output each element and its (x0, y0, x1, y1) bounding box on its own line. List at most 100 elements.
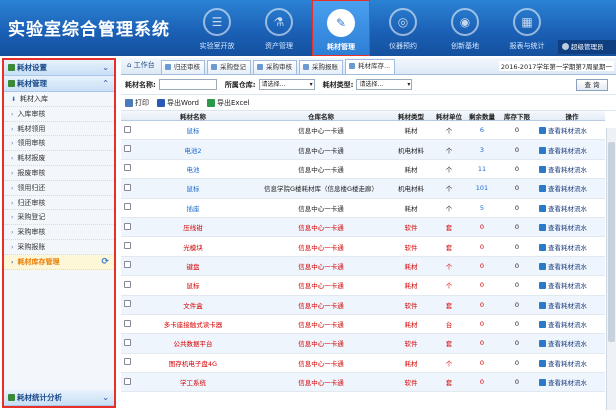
row-checkbox[interactable] (123, 125, 131, 133)
row-checkbox[interactable] (123, 280, 131, 288)
nav-item-0[interactable]: ☰ 实验室开放 (186, 0, 248, 56)
sidebar-item-8[interactable]: › 采购登记 (4, 210, 114, 226)
sidebar-item-1[interactable]: › 入库审核 (4, 107, 114, 122)
table-row[interactable]: 电池 信息中心一卡通 耗材 个 11 0 查看耗材流水 (121, 160, 605, 180)
table-row[interactable]: 鼠标 信息中心一卡通 耗材 个 0 0 查看耗材流水 (121, 276, 605, 296)
table-row[interactable]: 鼠标 信息学院G楼耗材库（信息楼G楼走廊） 机电材料 个 101 0 查看耗材流水 (121, 179, 605, 199)
row-checkbox[interactable] (123, 338, 131, 346)
sidebar-section-settings[interactable]: 耗材设置 ⌄ (4, 60, 114, 76)
sidebar-item-9[interactable]: › 采购审核 (4, 225, 114, 240)
vertical-scrollbar[interactable] (606, 128, 616, 410)
view-flow-button[interactable]: 查看耗材流水 (535, 242, 605, 252)
nav-item-5[interactable]: ▦ 报表与统计 (496, 0, 558, 56)
nav-item-3[interactable]: ◎ 仪器预约 (372, 0, 434, 56)
sidebar-item-6[interactable]: › 领用归还 (4, 181, 114, 196)
table-row[interactable]: 公共数据平台 信息中心一卡通 软件 套 0 0 查看耗材流水 (121, 334, 605, 354)
row-checkbox[interactable] (123, 300, 131, 308)
export-word-button[interactable]: 导出Word (157, 98, 199, 108)
store-select[interactable]: 请选择... (258, 79, 315, 90)
cell-unit: 个 (445, 282, 453, 291)
table-row[interactable]: 压线钳 信息中心一卡通 软件 套 0 0 查看耗材流水 (121, 217, 605, 238)
user-bar[interactable]: 超级管理员 (558, 40, 616, 54)
name-input[interactable] (158, 79, 217, 90)
row-checkbox[interactable] (123, 183, 131, 191)
table-row[interactable]: 学工系统 信息中心一卡通 软件 套 0 0 查看耗材流水 (121, 373, 605, 393)
tab-3[interactable]: 采购报账 (299, 60, 343, 74)
table-row[interactable]: 鼠标 信息中心一卡通 耗材 个 6 0 查看耗材流水 (121, 121, 605, 141)
row-checkbox[interactable] (123, 358, 131, 366)
sidebar-item-2[interactable]: › 耗材领用 (4, 122, 114, 137)
cell-name[interactable]: 电池2 (133, 145, 253, 155)
view-flow-button[interactable]: 查看耗材流水 (535, 280, 605, 290)
list-icon (539, 321, 546, 329)
sidebar-item-11[interactable]: › 耗材库存管理 ⟳ (4, 254, 114, 270)
sidebar-section-management[interactable]: 耗材管理 ⌃ (4, 76, 114, 92)
view-flow-button[interactable]: 查看耗材流水 (535, 164, 605, 174)
list-icon (539, 301, 546, 309)
home-icon: ⌂ (127, 61, 134, 69)
view-flow-button[interactable]: 查看耗材流水 (535, 203, 605, 213)
sidebar-item-0[interactable]: ⬇ 耗材入库 (4, 92, 114, 107)
row-checkbox[interactable] (123, 145, 131, 153)
name-label: 耗材名称: (125, 80, 156, 89)
view-flow-button[interactable]: 查看耗材流水 (535, 377, 605, 387)
view-flow-button[interactable]: 查看耗材流水 (535, 319, 605, 329)
view-flow-button[interactable]: 查看耗材流水 (535, 222, 605, 232)
scrollbar-thumb[interactable] (608, 142, 615, 342)
table-row[interactable]: 图存机电子盘4G 信息中心一卡通 耗材 个 0 0 查看耗材流水 (121, 354, 605, 374)
sidebar-item-3[interactable]: › 领用审核 (4, 136, 114, 152)
sidebar-item-4[interactable]: › 耗材报废 (4, 151, 114, 166)
view-flow-button[interactable]: 查看耗材流水 (535, 261, 605, 271)
sidebar-item-5[interactable]: › 报废审核 (4, 166, 114, 181)
table-row[interactable]: 键盘 信息中心一卡通 耗材 个 0 0 查看耗材流水 (121, 256, 605, 277)
table-row[interactable]: 电池2 信息中心一卡通 机电材料 个 3 0 查看耗材流水 (121, 140, 605, 160)
view-flow-button[interactable]: 查看耗材流水 (535, 145, 605, 155)
row-checkbox[interactable] (123, 203, 131, 211)
row-checkbox[interactable] (123, 261, 131, 269)
cell-name[interactable]: 鼠标 (133, 125, 253, 135)
action-label: 查看耗材流水 (548, 301, 587, 310)
tab-0[interactable]: 归还审核 (161, 60, 205, 74)
view-flow-button[interactable]: 查看耗材流水 (535, 338, 605, 348)
row-checkbox[interactable] (123, 377, 131, 385)
query-button[interactable]: 查 询 (576, 79, 608, 91)
nav-item-1[interactable]: ⚗ 资产管理 (248, 0, 310, 56)
tab-1[interactable]: 采购登记 (207, 60, 251, 74)
action-label: 查看耗材流水 (548, 185, 587, 194)
tab-4[interactable]: 耗材库存... (345, 59, 396, 74)
view-flow-button[interactable]: 查看耗材流水 (535, 125, 605, 135)
list-icon (539, 224, 546, 232)
table-row[interactable]: 插座 信息中心一卡通 耗材 个 5 0 查看耗材流水 (121, 199, 605, 218)
cell-name[interactable]: 电池 (133, 164, 253, 174)
sidebar-item-10[interactable]: › 采购报账 (4, 240, 114, 255)
row-checkbox[interactable] (123, 164, 131, 172)
view-flow-button[interactable]: 查看耗材流水 (535, 300, 605, 310)
sidebar-item-7[interactable]: › 归还审核 (4, 196, 114, 211)
export-excel-button[interactable]: 导出Excel (207, 98, 250, 108)
sidebar-section-statistics[interactable]: 耗材统计分析 ⌄ (4, 390, 114, 406)
row-checkbox[interactable] (123, 222, 131, 230)
tab-home[interactable]: ⌂ 工作台 (121, 57, 161, 74)
table-row[interactable]: 多卡座接触式读卡器 信息中心一卡通 耗材 台 0 0 查看耗材流水 (121, 315, 605, 335)
view-flow-button[interactable]: 查看耗材流水 (535, 358, 605, 368)
print-button[interactable]: 打印 (125, 98, 149, 108)
row-checkbox[interactable] (123, 242, 131, 250)
cell-store: 信息中心一卡通 (298, 262, 344, 271)
nav-item-2[interactable]: ✎ 耗材管理 (312, 0, 370, 56)
cell-store: 信息中心一卡通 (298, 127, 344, 136)
type-select[interactable]: 请选择... (356, 79, 413, 90)
cell-name[interactable]: 鼠标 (133, 183, 253, 193)
cell-name[interactable]: 插座 (133, 203, 253, 213)
row-checkbox[interactable] (123, 319, 131, 327)
app-title: 实验室综合管理系统 (8, 20, 170, 40)
table-row[interactable]: 光模块 信息中心一卡通 软件 套 0 0 查看耗材流水 (121, 237, 605, 257)
sidebar-item-label: 领用归还 (17, 183, 46, 192)
tab-label: 采购审核 (266, 63, 292, 71)
view-flow-button[interactable]: 查看耗材流水 (535, 183, 605, 193)
tab-2[interactable]: 采购审核 (253, 60, 297, 74)
row-checkbox-cell (121, 183, 133, 193)
nav-item-4[interactable]: ◉ 创新基地 (434, 0, 496, 56)
cell-store: 信息中心一卡通 (298, 301, 344, 310)
refresh-icon[interactable]: ⟳ (101, 255, 109, 270)
table-row[interactable]: 文件盒 信息中心一卡通 软件 套 0 0 查看耗材流水 (121, 295, 605, 315)
